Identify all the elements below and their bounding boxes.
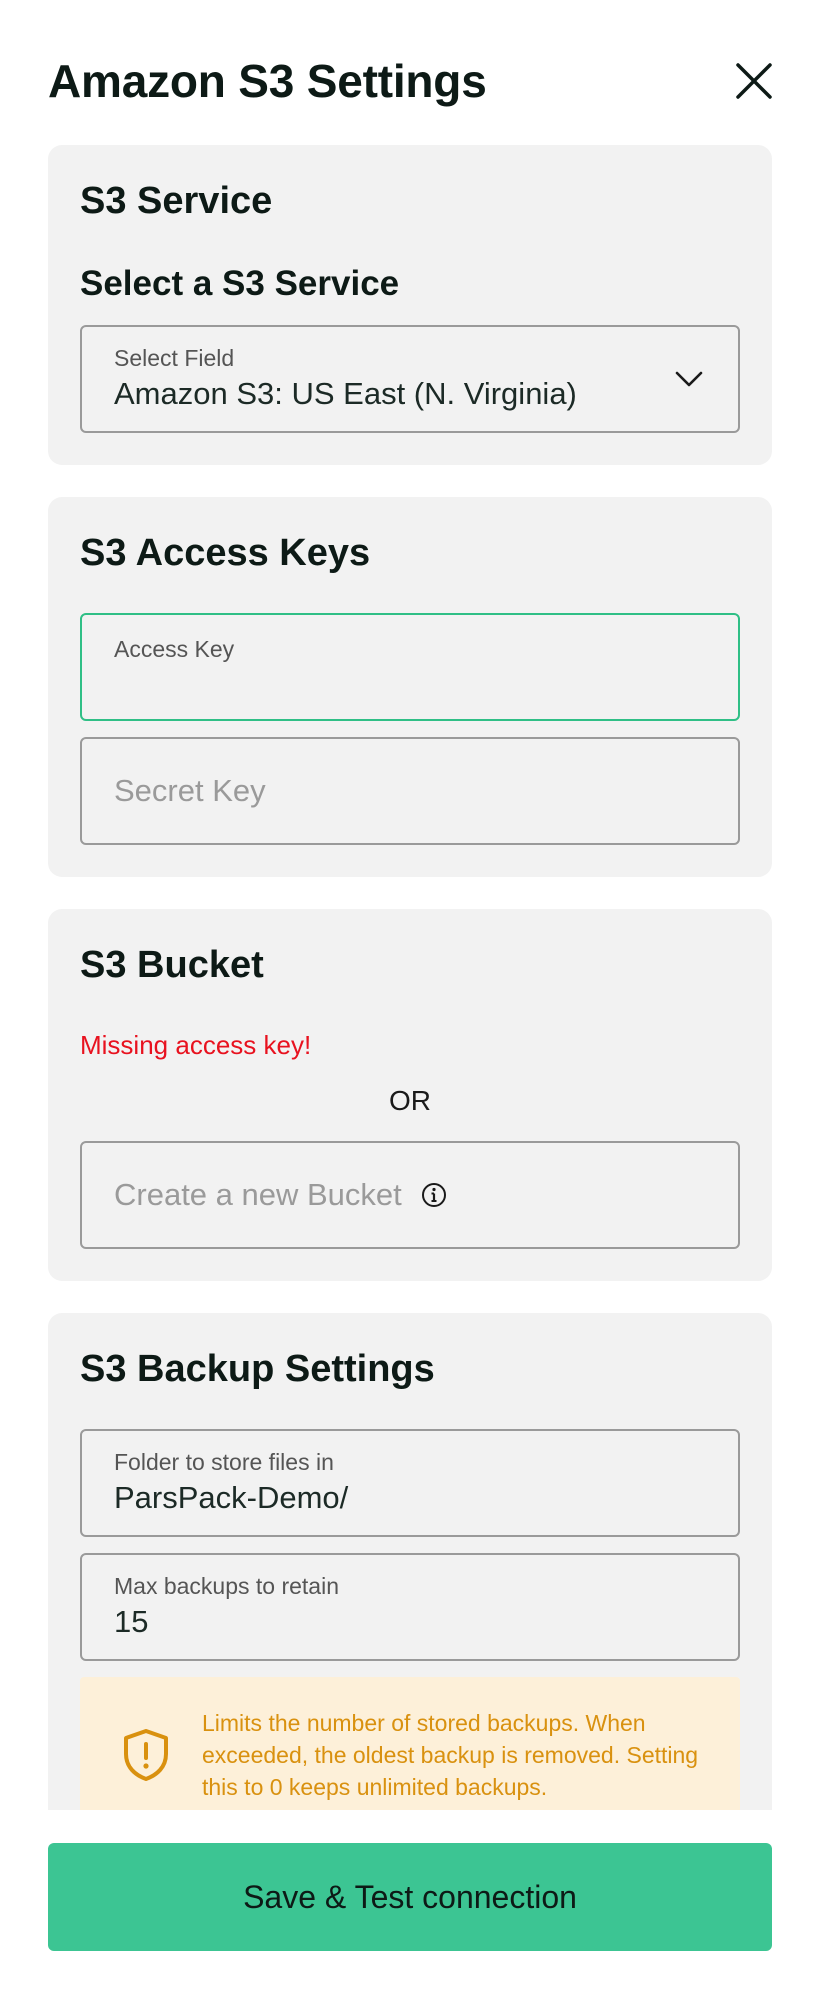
close-button[interactable] bbox=[732, 59, 776, 103]
s3-access-keys-card: S3 Access Keys Access Key Secret Key bbox=[48, 497, 772, 877]
shield-warning-icon bbox=[124, 1729, 168, 1781]
s3-service-card: S3 Service Select a S3 Service Select Fi… bbox=[48, 145, 772, 465]
or-divider: OR bbox=[389, 1085, 431, 1116]
create-bucket-field[interactable]: Create a new Bucket bbox=[80, 1141, 740, 1249]
page-title: Amazon S3 Settings bbox=[48, 55, 487, 107]
field-label: Access Key bbox=[114, 636, 235, 662]
modal-header: Amazon S3 Settings bbox=[48, 48, 772, 114]
s3-service-select[interactable]: Select Field Amazon S3: US East (N. Virg… bbox=[80, 325, 740, 433]
placeholder-row: Create a new Bucket bbox=[114, 1175, 706, 1215]
access-key-field[interactable]: Access Key bbox=[80, 613, 740, 721]
chevron-down-icon bbox=[675, 371, 703, 387]
save-test-connection-button[interactable]: Save & Test connection bbox=[48, 1843, 772, 1951]
field-value: 15 bbox=[114, 1604, 149, 1639]
field-label: Folder to store files in bbox=[114, 1449, 334, 1475]
field-placeholder: Create a new Bucket bbox=[114, 1177, 402, 1212]
info-icon[interactable] bbox=[420, 1181, 448, 1209]
folder-field[interactable]: Folder to store files in ParsPack-Demo/ bbox=[80, 1429, 740, 1537]
field-label: Max backups to retain bbox=[114, 1573, 340, 1599]
s3-backup-settings-card: S3 Backup Settings Folder to store files… bbox=[48, 1313, 772, 1810]
warning-text: Limits the number of stored backups. Whe… bbox=[202, 1710, 699, 1800]
field-value: ParsPack-Demo/ bbox=[114, 1480, 349, 1515]
select-service-heading: Select a S3 Service bbox=[80, 264, 400, 303]
s3-bucket-card: S3 Bucket Missing access key! OR Create … bbox=[48, 909, 772, 1281]
error-message: Missing access key! bbox=[80, 1030, 312, 1060]
secret-key-field[interactable]: Secret Key bbox=[80, 737, 740, 845]
settings-scroll-area[interactable]: S3 Service Select a S3 Service Select Fi… bbox=[48, 145, 772, 1810]
selected-value: Amazon S3: US East (N. Virginia) bbox=[114, 376, 577, 411]
card-title: S3 Bucket bbox=[80, 944, 264, 986]
warning-alert: Limits the number of stored backups. Whe… bbox=[80, 1677, 740, 1810]
close-icon bbox=[736, 63, 772, 99]
card-title: S3 Backup Settings bbox=[80, 1348, 435, 1390]
field-label: Select Field bbox=[114, 345, 235, 371]
card-title: S3 Access Keys bbox=[80, 532, 371, 574]
max-backups-field[interactable]: Max backups to retain 15 bbox=[80, 1553, 740, 1661]
modal-footer: Save & Test connection bbox=[48, 1843, 772, 1951]
card-title: S3 Service bbox=[80, 180, 273, 222]
field-placeholder: Secret Key bbox=[114, 773, 266, 808]
